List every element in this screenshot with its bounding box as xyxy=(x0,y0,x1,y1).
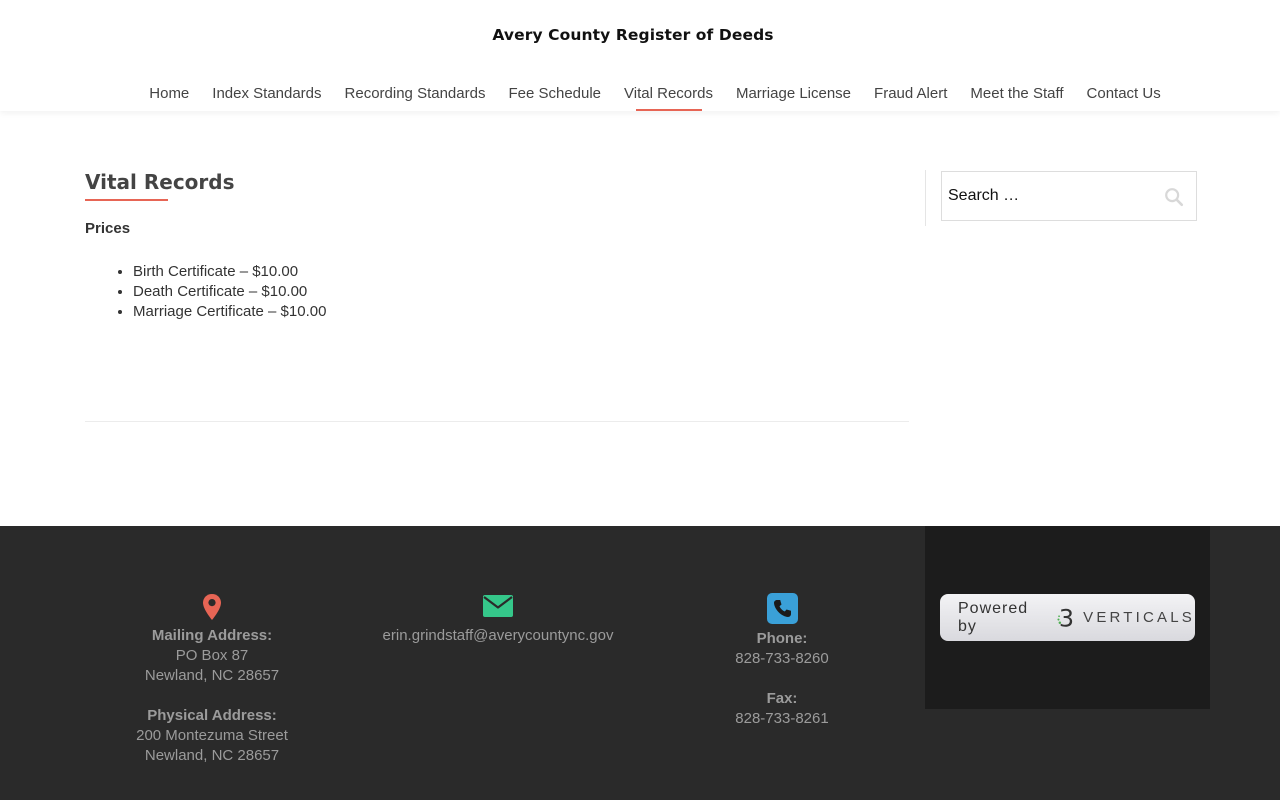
footer-widget: Powered by 3 VERTICALS xyxy=(925,526,1210,709)
powered-by-badge[interactable]: Powered by 3 VERTICALS xyxy=(940,594,1195,641)
search-icon[interactable] xyxy=(1163,186,1185,208)
search-input[interactable] xyxy=(942,172,1142,220)
nav-home[interactable]: Home xyxy=(149,84,189,104)
brand-logo-icon: 3 xyxy=(1057,604,1074,632)
title-underline xyxy=(85,199,168,201)
sidebar-divider xyxy=(925,170,926,226)
fax-number: 828-733-8261 xyxy=(735,710,829,727)
page-title: Vital Records xyxy=(85,170,235,194)
physical-address-line2: Newland, NC 28657 xyxy=(144,747,280,764)
site-footer: Mailing Address: PO Box 87 Newland, NC 2… xyxy=(0,526,1280,800)
section-heading-prices: Prices xyxy=(85,220,131,237)
fax-label: Fax: xyxy=(766,690,798,707)
footer-phone: Phone: 828-733-8260 Fax: 828-733-8261 xyxy=(682,593,882,729)
envelope-icon xyxy=(483,595,513,617)
nav-index-standards[interactable]: Index Standards xyxy=(212,84,321,104)
nav-fraud-alert[interactable]: Fraud Alert xyxy=(874,84,947,104)
nav-vital-records[interactable]: Vital Records xyxy=(624,84,713,111)
svg-text:3: 3 xyxy=(1059,604,1074,631)
footer-email: erin.grindstaff@averycountync.gov xyxy=(348,593,648,646)
brand-name: VERTICALS xyxy=(1083,609,1195,626)
nav-meet-the-staff[interactable]: Meet the Staff xyxy=(970,84,1063,104)
mailing-address-label: Mailing Address: xyxy=(151,627,273,644)
phone-number: 828-733-8260 xyxy=(735,650,829,667)
price-item-birth-certificate: Birth Certificate – $10.00 xyxy=(133,262,909,282)
footer-address: Mailing Address: PO Box 87 Newland, NC 2… xyxy=(112,593,312,766)
site-header: Avery County Register of Deeds Home Inde… xyxy=(0,0,1280,111)
phone-icon xyxy=(766,593,798,624)
email-address-link[interactable]: erin.grindstaff@averycountync.gov xyxy=(348,626,648,646)
main-content: Vital Records Prices Birth Certificate –… xyxy=(85,170,909,322)
nav-contact-us[interactable]: Contact Us xyxy=(1087,84,1161,104)
price-list: Birth Certificate – $10.00 Death Certifi… xyxy=(85,262,909,322)
nav-marriage-license[interactable]: Marriage License xyxy=(736,84,851,104)
mailing-address-line1: PO Box 87 xyxy=(175,647,249,664)
nav-fee-schedule[interactable]: Fee Schedule xyxy=(508,84,601,104)
search-form xyxy=(941,171,1197,221)
physical-address-label: Physical Address: xyxy=(147,707,277,724)
entry-divider xyxy=(85,421,909,422)
powered-by-label: Powered by xyxy=(958,599,1029,635)
nav-recording-standards[interactable]: Recording Standards xyxy=(345,84,486,104)
price-item-death-certificate: Death Certificate – $10.00 xyxy=(133,282,909,302)
physical-address-line1: 200 Montezuma Street xyxy=(136,727,288,744)
mailing-address-line2: Newland, NC 28657 xyxy=(144,667,280,684)
main-nav: Home Index Standards Recording Standards… xyxy=(0,84,1280,111)
site-title[interactable]: Avery County Register of Deeds xyxy=(0,26,1266,44)
phone-label: Phone: xyxy=(756,630,808,647)
map-pin-icon xyxy=(203,594,221,620)
price-item-marriage-certificate: Marriage Certificate – $10.00 xyxy=(133,302,909,322)
